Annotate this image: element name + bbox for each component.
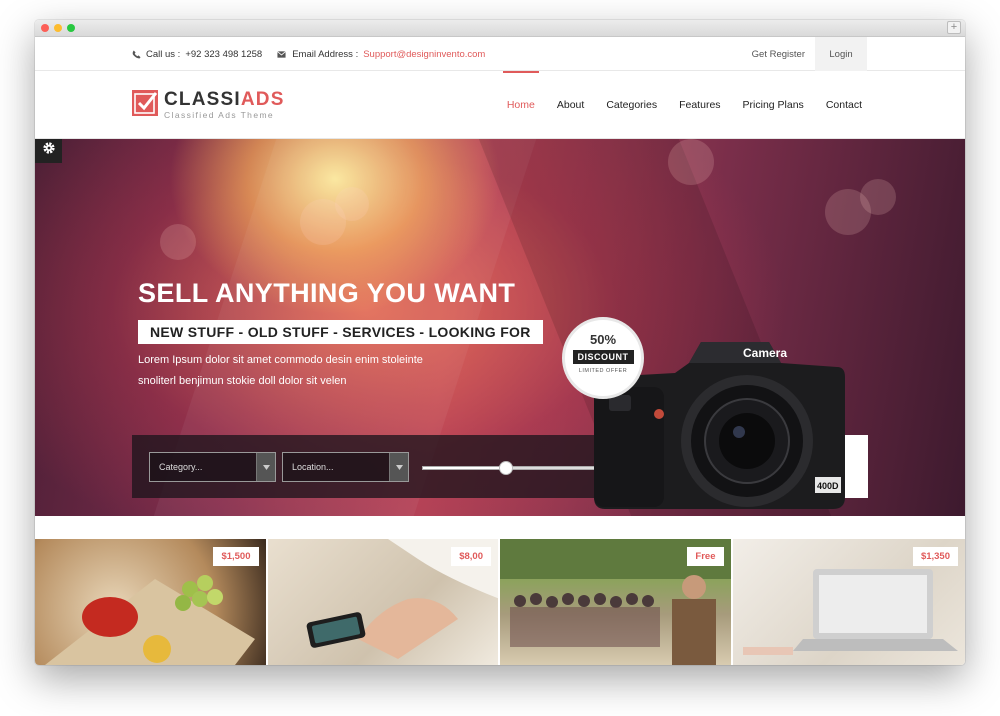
nav-item-home[interactable]: Home [502,71,539,139]
nav-item-contact[interactable]: Contact [826,71,862,139]
gear-icon [42,142,55,154]
price-tag: Free [687,547,724,566]
settings-toggle[interactable] [35,139,62,163]
bokeh-light [335,187,369,221]
login-button[interactable]: Login [815,37,867,71]
listing-card[interactable]: $1,350 [732,539,965,665]
nav-item-about[interactable]: About [557,71,584,139]
logo-text: CLASSIADS Classified Ads Theme [164,90,285,120]
discount-badge: 50% DISCOUNT LIMITED OFFER [562,317,644,399]
listing-card[interactable]: Free [500,539,733,665]
discount-percent: 50% [589,332,617,347]
listing-card[interactable]: $1,500 [35,539,268,665]
listing-grid: $1,500 $8,00 Free $1,350 [35,539,965,665]
email-link[interactable]: Support@designinvento.com [363,49,485,60]
email-label: Email Address : [292,48,359,60]
main-navbar: CLASSIADS Classified Ads Theme Home Abou… [35,71,965,139]
phone-icon [132,49,141,59]
bokeh-light [860,179,896,215]
window-chrome: + [35,20,965,37]
slider-handle[interactable] [499,461,514,475]
slider-fill [423,467,507,469]
logo-name: CLASSIADS [164,90,285,109]
browser-window: + Call us : +92 323 498 1258 Email Addre… [35,20,965,665]
hero-banner: SELL ANYTHING YOU WANT NEW STUFF - OLD S… [35,139,965,516]
logo-name-accent: ADS [240,89,285,110]
call-number: +92 323 498 1258 [185,48,263,60]
nav-menu: Home About Categories Features Pricing P… [502,71,862,139]
hero-description: Lorem Ipsum dolor sit amet commodo desin… [138,350,478,392]
hero-description-line: Lorem Ipsum dolor sit amet commodo desin… [138,354,423,366]
limited-offer-label: LIMITED OFFER [578,368,628,374]
listing-card[interactable]: $8,00 [267,539,500,665]
caret-down-icon[interactable] [256,453,275,481]
hero-title: SELL ANYTHING YOU WANT [138,278,516,308]
register-link[interactable]: Get Register [742,49,815,60]
hero-description-line: snoliterl benjimun stokie doll dolor sit… [138,375,347,387]
logo-check-icon [132,90,158,116]
call-label: Call us : [146,48,181,60]
price-tag: $1,500 [213,547,259,566]
bokeh-light [160,224,196,260]
category-select-value: Category... [159,462,203,472]
nav-item-pricing-plans[interactable]: Pricing Plans [743,71,804,139]
distance-slider[interactable] [422,461,601,475]
caret-down-icon[interactable] [389,453,408,481]
location-select-value: Location... [292,462,334,472]
email-info: Email Address : Support@designinvento.co… [276,49,485,60]
logo-tagline: Classified Ads Theme [164,110,275,120]
zoom-dot[interactable] [67,24,75,32]
price-tag: $1,350 [912,547,958,566]
hero-subtitle: NEW STUFF - OLD STUFF - SERVICES - LOOKI… [138,320,543,344]
site-logo[interactable]: CLASSIADS Classified Ads Theme [132,90,285,120]
phone-info: Call us : +92 323 498 1258 [132,49,262,60]
camera-brand-label: Camera [743,346,787,360]
discount-label: DISCOUNT [572,350,634,364]
logo-name-main: CLASSI [164,89,241,110]
price-tag: $8,00 [451,547,491,566]
category-select[interactable]: Category... [149,452,276,482]
nav-item-features[interactable]: Features [679,71,720,139]
camera-model-label: 400D [817,481,839,491]
location-select[interactable]: Location... [282,452,409,482]
close-dot[interactable] [41,24,49,32]
nav-item-categories[interactable]: Categories [606,71,657,139]
account-links: Get Register Login [742,37,867,71]
envelope-icon [277,50,287,58]
top-bar: Call us : +92 323 498 1258 Email Address… [35,37,965,71]
new-tab-button[interactable]: + [947,21,961,34]
contact-info: Call us : +92 323 498 1258 Email Address… [132,37,485,71]
minimize-dot[interactable] [54,24,62,32]
bokeh-light [668,139,714,185]
